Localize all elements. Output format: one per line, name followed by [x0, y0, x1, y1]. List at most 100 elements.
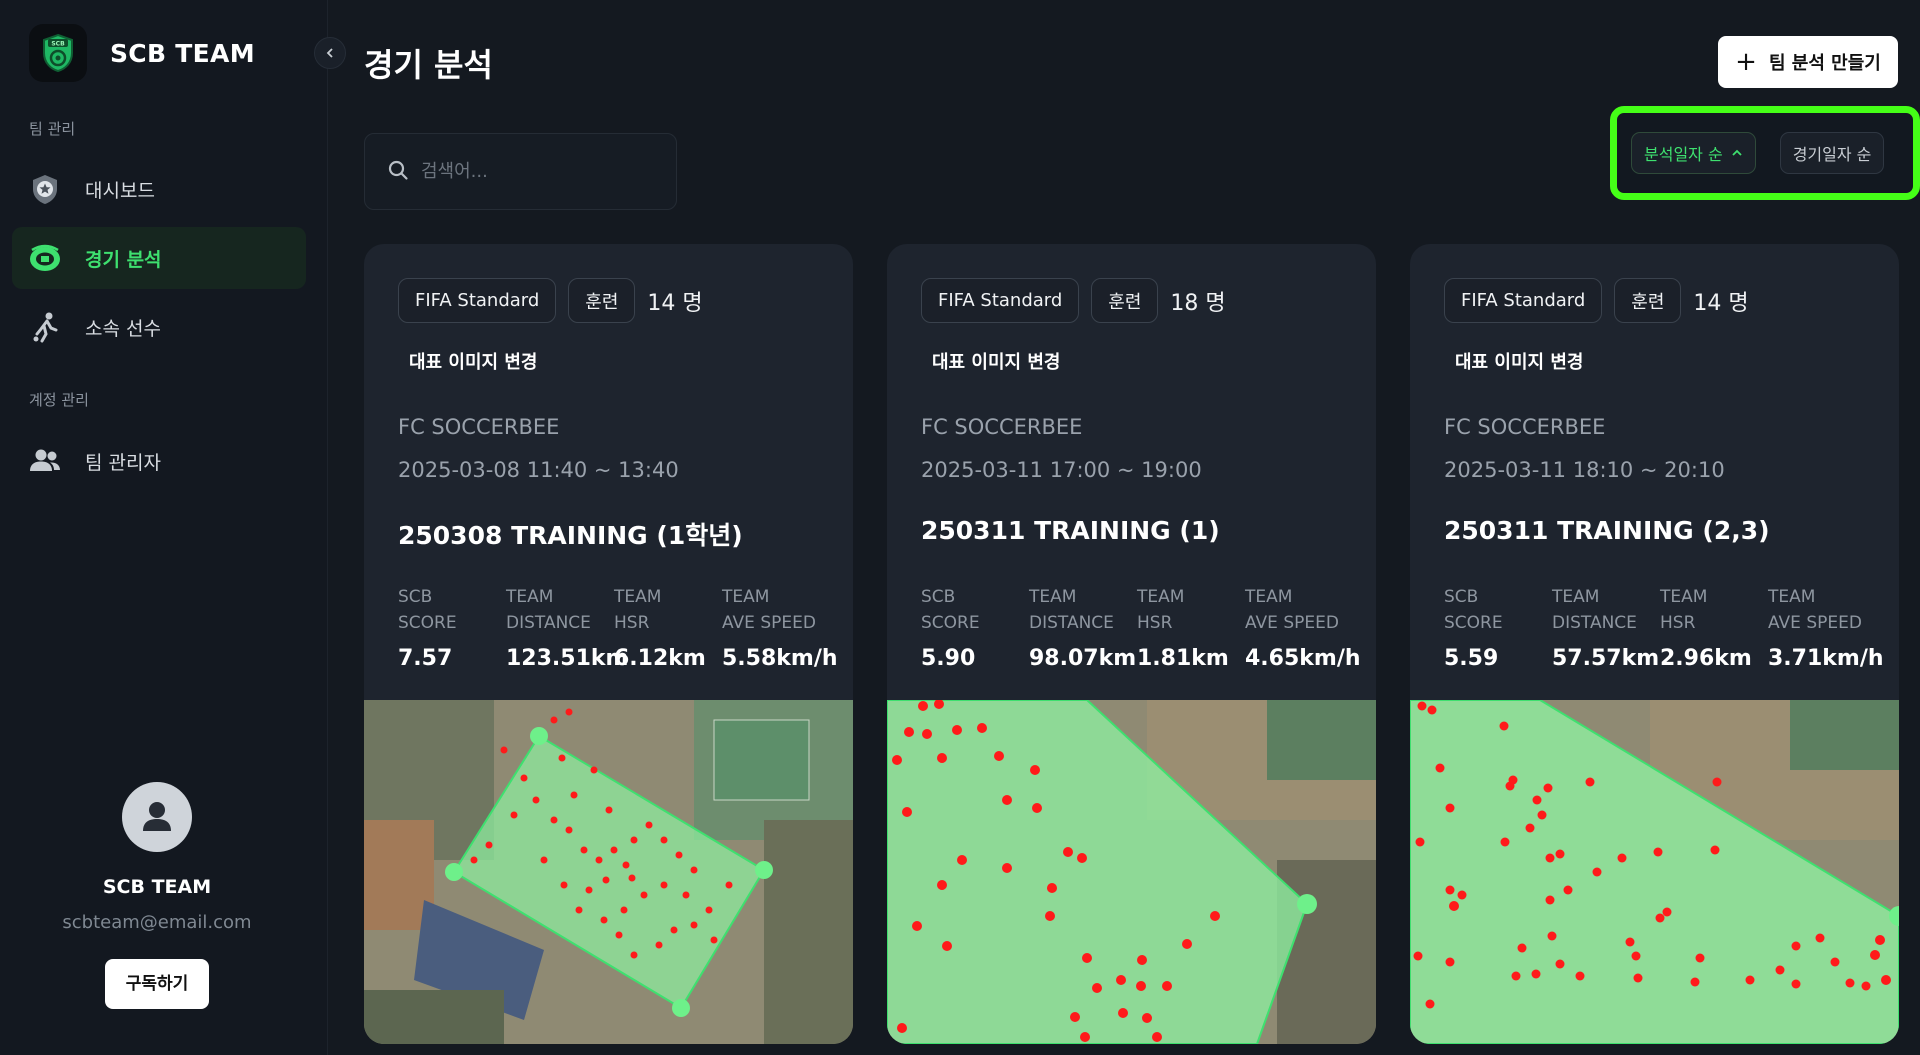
- stat-team-ave-speed: TEAM AVE SPEED 3.71km/h: [1768, 584, 1884, 671]
- sidebar-item-label: 소속 선수: [85, 317, 161, 340]
- sidebar-item-team-admins[interactable]: 팀 관리자: [12, 430, 306, 492]
- collapse-sidebar-button[interactable]: [314, 37, 346, 69]
- field-map-svg: [887, 700, 1376, 1044]
- match-datetime: 2025-03-11 17:00 ~ 19:00: [921, 458, 1202, 482]
- sort-by-match-date-button[interactable]: 경기일자 순: [1779, 132, 1885, 174]
- users-icon: [27, 443, 63, 479]
- avatar[interactable]: [122, 782, 192, 852]
- sidebar: SCB SCB TEAM 팀 관리 대시보드 경기 분석 소속 선수 계정 관리…: [0, 0, 328, 1055]
- stat-label: DISTANCE: [1029, 613, 1114, 633]
- field-map-svg: [364, 700, 853, 1044]
- stat-scb-score: SCB SCORE 7.57: [398, 584, 457, 671]
- stat-value: 5.90: [921, 646, 976, 671]
- stat-label: AVE SPEED: [1245, 613, 1339, 633]
- standard-badge: FIFA Standard: [1444, 278, 1603, 323]
- stat-value: 123.51km: [506, 646, 629, 671]
- field-map-image: [364, 700, 853, 1044]
- section-label-account: 계정 관리: [29, 391, 89, 409]
- stat-value: 4.65km/h: [1245, 646, 1361, 671]
- stadium-icon: [27, 240, 63, 276]
- stat-label: SCB: [921, 587, 956, 607]
- stat-team-distance: TEAM DISTANCE 98.07km: [1029, 584, 1136, 671]
- sort-options: 분석일자 순 경기일자 순: [1610, 106, 1920, 200]
- match-card[interactable]: FIFA Standard 훈련 14 명 대표 이미지 변경 FC SOCCE…: [364, 244, 853, 1044]
- type-badge: 훈련: [1091, 278, 1159, 323]
- stat-value: 1.81km: [1137, 646, 1229, 671]
- stat-label: TEAM: [1137, 587, 1185, 607]
- profile-panel: SCB TEAM scbteam@email.com 구독하기: [0, 782, 314, 1009]
- stat-value: 57.57km: [1552, 646, 1660, 671]
- member-count: 14 명: [647, 290, 703, 316]
- team-logo-icon: SCB: [29, 24, 87, 82]
- field-map-svg: [1410, 700, 1899, 1044]
- match-datetime: 2025-03-11 18:10 ~ 20:10: [1444, 458, 1725, 482]
- plus-icon: +: [1735, 47, 1757, 77]
- stat-team-distance: TEAM DISTANCE 123.51km: [506, 584, 628, 671]
- search-input[interactable]: [421, 161, 661, 182]
- sidebar-item-dashboard[interactable]: 대시보드: [12, 158, 306, 220]
- stat-value: 98.07km: [1029, 646, 1137, 671]
- match-card[interactable]: FIFA Standard 훈련 14 명 대표 이미지 변경 FC SOCCE…: [1410, 244, 1899, 1044]
- section-label-team: 팀 관리: [29, 120, 76, 138]
- card-tags: FIFA Standard 훈련 14 명: [398, 278, 703, 323]
- sidebar-item-label: 경기 분석: [85, 248, 162, 271]
- sort-label: 분석일자 순: [1644, 145, 1723, 164]
- stat-label: TEAM: [1660, 587, 1708, 607]
- chevron-left-icon: [324, 44, 336, 63]
- sort-label: 경기일자 순: [1792, 145, 1872, 164]
- sidebar-item-players[interactable]: 소속 선수: [12, 296, 306, 358]
- page-title: 경기 분석: [364, 46, 493, 84]
- sidebar-item-label: 대시보드: [85, 179, 155, 202]
- standard-badge: FIFA Standard: [921, 278, 1080, 323]
- stat-value: 5.58km/h: [722, 646, 838, 671]
- change-image-button[interactable]: 대표 이미지 변경: [409, 348, 537, 374]
- stats-row: SCB SCORE 7.57 TEAM DISTANCE 123.51km TE…: [398, 584, 838, 674]
- match-title: 250308 TRAINING (1학년): [398, 521, 743, 550]
- stat-team-ave-speed: TEAM AVE SPEED 4.65km/h: [1245, 584, 1361, 671]
- brand[interactable]: SCB SCB TEAM: [29, 24, 255, 82]
- search-icon: [387, 159, 409, 185]
- stat-label: SCB: [1444, 587, 1479, 607]
- sort-by-analysis-date-button[interactable]: 분석일자 순: [1631, 132, 1756, 174]
- player-kick-icon: [27, 309, 63, 345]
- stat-value: 5.59: [1444, 646, 1499, 671]
- stat-label: DISTANCE: [1552, 613, 1637, 633]
- match-title: 250311 TRAINING (2,3): [1444, 516, 1770, 545]
- match-card[interactable]: FIFA Standard 훈련 18 명 대표 이미지 변경 FC SOCCE…: [887, 244, 1376, 1044]
- stat-scb-score: SCB SCORE 5.90: [921, 584, 980, 671]
- stat-label: TEAM: [1245, 587, 1293, 607]
- stat-value: 2.96km: [1660, 646, 1752, 671]
- team-name: FC SOCCERBEE: [398, 415, 560, 439]
- member-count: 14 명: [1693, 290, 1749, 316]
- stat-label: DISTANCE: [506, 613, 591, 633]
- change-image-button[interactable]: 대표 이미지 변경: [1455, 348, 1583, 374]
- stat-value: 7.57: [398, 646, 453, 671]
- stat-label: TEAM: [614, 587, 662, 607]
- stat-team-hsr: TEAM HSR 2.96km: [1660, 584, 1752, 671]
- stats-row: SCB SCORE 5.59 TEAM DISTANCE 57.57km TEA…: [1444, 584, 1884, 674]
- stat-label: TEAM: [1552, 587, 1600, 607]
- field-map-image: [887, 700, 1376, 1044]
- stat-label: TEAM: [1029, 587, 1077, 607]
- stat-label: HSR: [1660, 613, 1696, 633]
- sidebar-item-match-analysis[interactable]: 경기 분석: [12, 227, 306, 289]
- stat-value: 6.12km: [614, 646, 706, 671]
- shield-star-icon: [27, 171, 63, 207]
- stat-team-hsr: TEAM HSR 1.81km: [1137, 584, 1229, 671]
- chevron-up-icon: [1731, 148, 1743, 158]
- change-image-button[interactable]: 대표 이미지 변경: [932, 348, 1060, 374]
- stat-label: TEAM: [506, 587, 554, 607]
- match-datetime: 2025-03-08 11:40 ~ 13:40: [398, 458, 679, 482]
- standard-badge: FIFA Standard: [398, 278, 557, 323]
- stat-label: SCORE: [398, 613, 457, 633]
- logo-text: SCB: [51, 41, 65, 48]
- profile-name: SCB TEAM: [102, 876, 212, 898]
- subscribe-button[interactable]: 구독하기: [105, 959, 209, 1009]
- stat-label: SCB: [398, 587, 433, 607]
- stat-team-hsr: TEAM HSR 6.12km: [614, 584, 706, 671]
- create-team-analysis-button[interactable]: + 팀 분석 만들기: [1718, 36, 1898, 88]
- stat-label: SCORE: [921, 613, 980, 633]
- search-box[interactable]: [364, 133, 677, 210]
- member-count: 18 명: [1170, 290, 1226, 316]
- stat-label: HSR: [1137, 613, 1173, 633]
